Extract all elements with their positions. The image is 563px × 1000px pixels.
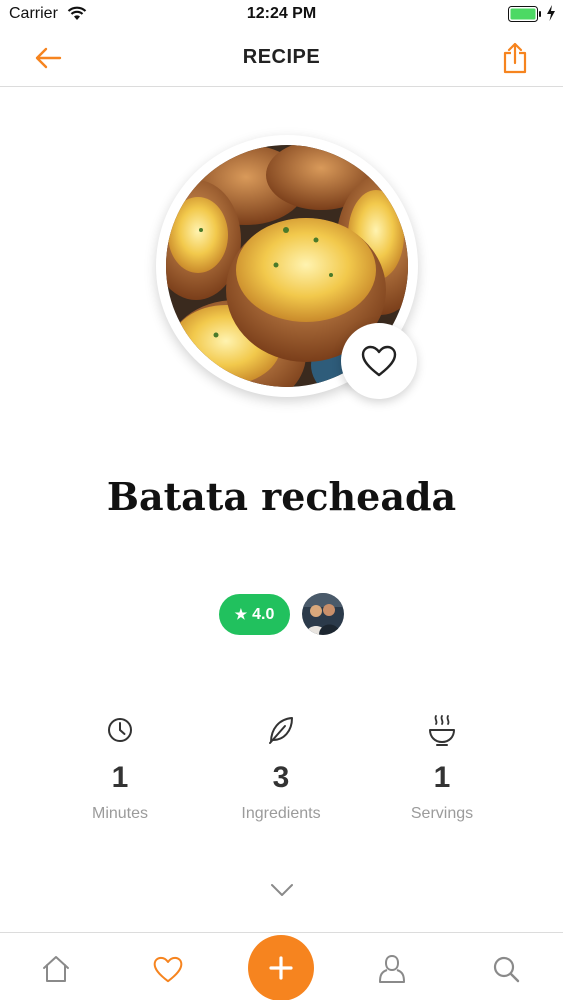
expand-details-button[interactable]: [266, 878, 298, 902]
star-icon: ★: [234, 606, 248, 622]
recipe-title: Batata recheada: [106, 474, 457, 519]
stat-label: Servings: [410, 805, 474, 822]
share-button[interactable]: [498, 40, 532, 76]
favorite-button[interactable]: [341, 323, 417, 399]
tab-profile[interactable]: [372, 949, 412, 989]
tab-favorites[interactable]: [148, 949, 188, 989]
navigation-bar: RECIPE: [0, 30, 563, 87]
stat-value: 1: [111, 761, 129, 794]
stat-label: Ingredients: [241, 805, 321, 822]
tab-bar: [0, 932, 563, 1000]
heart-outline-icon: [361, 345, 397, 377]
chevron-down-icon: [271, 884, 293, 896]
share-icon: [503, 42, 527, 74]
status-bar: Carrier 12:24 PM: [0, 0, 563, 30]
stat-label: Minutes: [91, 805, 149, 822]
rating-value: 4.0: [252, 605, 275, 623]
user-icon: [379, 954, 405, 983]
tab-search[interactable]: [486, 949, 526, 989]
rating-badge[interactable]: ★ 4.0: [219, 594, 290, 635]
page-title: RECIPE: [242, 46, 321, 68]
battery-icon: [508, 6, 542, 22]
stat-value: 1: [433, 761, 451, 794]
add-recipe-button[interactable]: [248, 935, 314, 1000]
leaf-icon: [206, 713, 356, 747]
bowl-icon: [367, 713, 517, 747]
stat-value: 3: [272, 761, 290, 794]
tab-home[interactable]: [36, 949, 76, 989]
clock-icon: [45, 713, 195, 747]
author-avatar[interactable]: [302, 593, 344, 635]
search-icon: [493, 956, 520, 983]
clock-time: 12:24 PM: [246, 5, 317, 22]
stat-time: 1 Minutes: [45, 713, 195, 823]
charging-icon: [546, 5, 556, 26]
plus-icon: [269, 956, 293, 980]
heart-icon: [153, 956, 183, 982]
stat-servings: 1 Servings: [367, 713, 517, 823]
stat-ingredients: 3 Ingredients: [206, 713, 356, 823]
home-icon: [43, 956, 69, 982]
